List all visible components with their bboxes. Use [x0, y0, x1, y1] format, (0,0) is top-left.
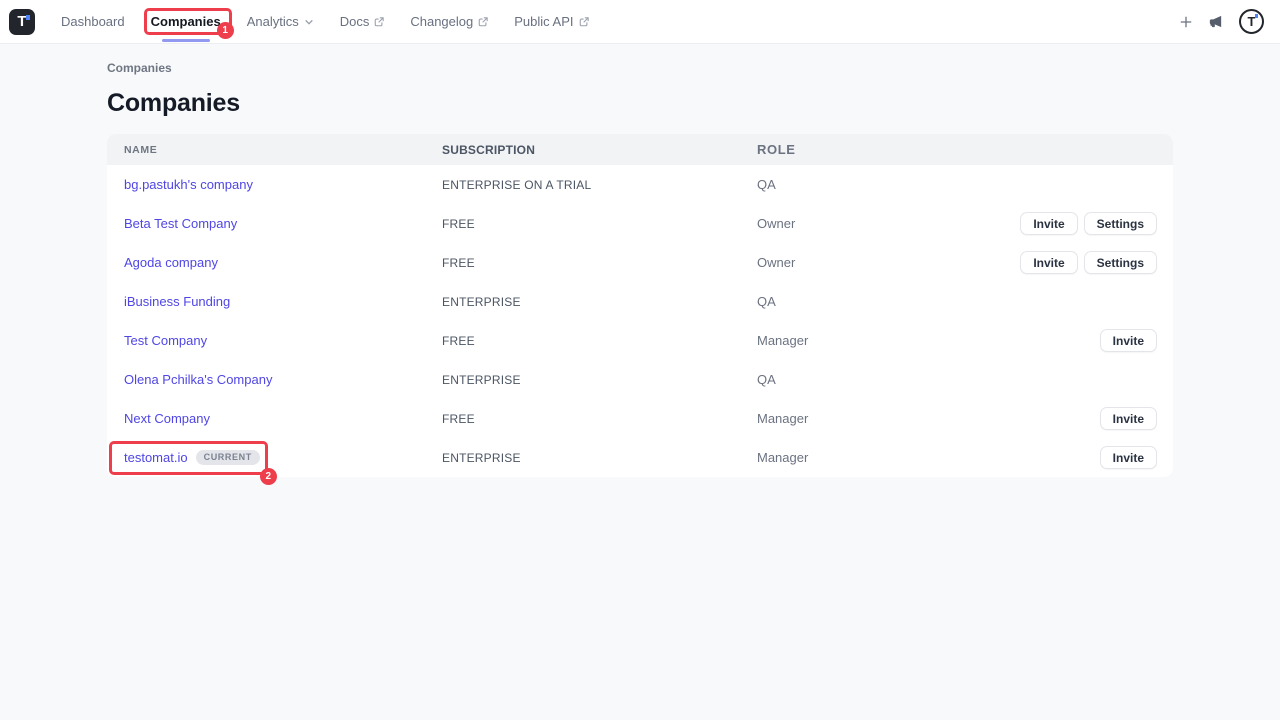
company-link[interactable]: Test Company	[124, 333, 207, 348]
user-avatar[interactable]: T	[1239, 9, 1264, 34]
table-row: Beta Test Company FREEOwnerInvite Settings	[107, 204, 1173, 243]
company-name-wrap: testomat.ioCURRENT2	[124, 450, 260, 465]
nav-items: Dashboard Companies1 Analytics Docs Changelo…	[48, 0, 602, 43]
nav-item-label: Companies	[151, 14, 221, 29]
table-row: Next Company FREEManagerInvite	[107, 399, 1173, 438]
column-header-subscription: SUBSCRIPTION	[442, 143, 757, 157]
cell-name: Test Company	[107, 333, 442, 348]
cell-subscription: FREE	[442, 412, 757, 426]
breadcrumb: Companies	[107, 61, 1173, 75]
cell-role: Manager	[757, 450, 1100, 465]
page-title: Companies	[107, 89, 1173, 118]
cell-role: QA	[757, 372, 1157, 387]
table-header-row: NAME SUBSCRIPTION ROLE	[107, 134, 1173, 165]
cell-role: Owner	[757, 216, 1020, 231]
company-link[interactable]: Next Company	[124, 411, 210, 426]
company-link[interactable]: Beta Test Company	[124, 216, 237, 231]
nav-item-companies[interactable]: Companies1	[138, 0, 234, 43]
cell-role: Manager	[757, 411, 1100, 426]
column-header-role: ROLE	[757, 142, 1157, 157]
cell-actions: Invite	[1100, 407, 1173, 430]
company-link[interactable]: bg.pastukh's company	[124, 177, 253, 192]
company-name-wrap: Agoda company	[124, 255, 218, 270]
company-name-wrap: Test Company	[124, 333, 207, 348]
companies-table: NAME SUBSCRIPTION ROLE bg.pastukh's comp…	[107, 134, 1173, 477]
invite-button[interactable]: Invite	[1020, 212, 1077, 235]
annotation-step-badge: 2	[260, 468, 277, 485]
active-tab-underline	[162, 39, 210, 42]
cell-subscription: ENTERPRISE	[442, 373, 757, 387]
settings-button[interactable]: Settings	[1084, 251, 1157, 274]
company-link[interactable]: testomat.io	[124, 450, 188, 465]
table-row: Olena Pchilka's Company ENTERPRISEQA	[107, 360, 1173, 399]
cell-role: Owner	[757, 255, 1020, 270]
table-body: bg.pastukh's company ENTERPRISE ON A TRIA…	[107, 165, 1173, 477]
cell-subscription: FREE	[442, 217, 757, 231]
invite-button[interactable]: Invite	[1100, 407, 1157, 430]
company-name-wrap: Olena Pchilka's Company	[124, 372, 272, 387]
cell-name: iBusiness Funding	[107, 294, 442, 309]
cell-actions: Invite Settings	[1020, 212, 1173, 235]
cell-name: Beta Test Company	[107, 216, 442, 231]
nav-item-docs[interactable]: Docs	[327, 0, 398, 43]
plus-icon[interactable]	[1180, 16, 1192, 28]
nav-item-dashboard[interactable]: Dashboard	[48, 0, 138, 43]
column-header-name: NAME	[107, 144, 442, 156]
cell-subscription: ENTERPRISE ON A TRIAL	[442, 178, 757, 192]
external-link-icon	[579, 17, 589, 27]
company-name-wrap: bg.pastukh's company	[124, 177, 253, 192]
company-name-wrap: iBusiness Funding	[124, 294, 230, 309]
cell-name: bg.pastukh's company	[107, 177, 442, 192]
invite-button[interactable]: Invite	[1020, 251, 1077, 274]
cell-role: Manager	[757, 333, 1100, 348]
company-link[interactable]: Olena Pchilka's Company	[124, 372, 272, 387]
cell-actions: Invite	[1100, 446, 1173, 469]
cell-name: Olena Pchilka's Company	[107, 372, 442, 387]
cell-role: QA	[757, 177, 1157, 192]
nav-item-label: Analytics	[247, 14, 299, 29]
cell-subscription: FREE	[442, 256, 757, 270]
nav-right-actions: T	[1180, 9, 1264, 34]
external-link-icon	[478, 17, 488, 27]
table-row: testomat.ioCURRENT2ENTERPRISEManagerInvi…	[107, 438, 1173, 477]
company-link[interactable]: iBusiness Funding	[124, 294, 230, 309]
nav-item-public-api[interactable]: Public API	[501, 0, 601, 43]
main-content: Companies Companies NAME SUBSCRIPTION RO…	[0, 61, 1280, 477]
table-row: Agoda company FREEOwnerInvite Settings	[107, 243, 1173, 282]
company-name-wrap: Beta Test Company	[124, 216, 237, 231]
cell-name: Agoda company	[107, 255, 442, 270]
breadcrumb-companies[interactable]: Companies	[107, 61, 172, 75]
cell-subscription: FREE	[442, 334, 757, 348]
top-navigation: T Dashboard Companies1 Analytics Docs Change…	[0, 0, 1280, 44]
announcements-icon[interactable]	[1207, 13, 1224, 30]
table-row: iBusiness Funding ENTERPRISEQA	[107, 282, 1173, 321]
cell-name: Next Company	[107, 411, 442, 426]
table-row: Test Company FREEManagerInvite	[107, 321, 1173, 360]
settings-button[interactable]: Settings	[1084, 212, 1157, 235]
invite-button[interactable]: Invite	[1100, 329, 1157, 352]
cell-role: QA	[757, 294, 1157, 309]
nav-item-label: Dashboard	[61, 14, 125, 29]
cell-name: testomat.ioCURRENT2	[107, 450, 442, 465]
app-logo[interactable]: T	[9, 9, 35, 35]
nav-item-changelog[interactable]: Changelog	[397, 0, 501, 43]
cell-subscription: ENTERPRISE	[442, 295, 757, 309]
cell-actions: Invite Settings	[1020, 251, 1173, 274]
nav-item-label: Docs	[340, 14, 370, 29]
company-link[interactable]: Agoda company	[124, 255, 218, 270]
logo-accent	[26, 15, 30, 20]
invite-button[interactable]: Invite	[1100, 446, 1157, 469]
cell-actions: Invite	[1100, 329, 1173, 352]
external-link-icon	[374, 17, 384, 27]
company-name-wrap: Next Company	[124, 411, 210, 426]
nav-item-label: Public API	[514, 14, 573, 29]
current-company-badge: CURRENT	[196, 450, 260, 465]
chevron-down-icon	[304, 17, 314, 27]
cell-subscription: ENTERPRISE	[442, 451, 757, 465]
table-row: bg.pastukh's company ENTERPRISE ON A TRIA…	[107, 165, 1173, 204]
nav-item-analytics[interactable]: Analytics	[234, 0, 327, 43]
nav-item-label: Changelog	[410, 14, 473, 29]
avatar-logo-accent	[1255, 14, 1258, 18]
